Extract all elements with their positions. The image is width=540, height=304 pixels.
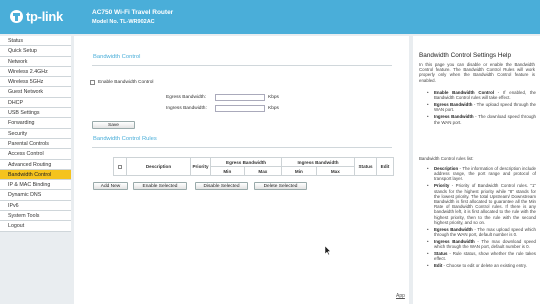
- rules-title: Bandwidth Control Rules: [93, 136, 157, 142]
- help-item: Egress Bandwidth - The max upload speed …: [419, 227, 536, 237]
- help-text: - Rule status, show whether the rule tak…: [434, 251, 536, 262]
- rules-divider: [92, 147, 392, 148]
- delete-selected-button[interactable]: Delete Selected: [254, 182, 307, 190]
- sidebar-item-bandwidth-control[interactable]: Bandwidth Control: [0, 169, 71, 181]
- sidebar-item-wireless-5ghz[interactable]: Wireless 5GHz: [0, 77, 71, 88]
- select-all-cell: [113, 157, 127, 176]
- col-edit: Edit: [376, 157, 394, 176]
- help-title: Bandwidth Control Settings Help: [419, 52, 512, 59]
- sidebar-item-dynamic-dns[interactable]: Dynamic DNS: [0, 190, 71, 201]
- app-link[interactable]: App: [396, 293, 405, 299]
- tp-link-logo-icon: [10, 10, 23, 23]
- add-new-button[interactable]: Add New: [93, 182, 128, 190]
- sidebar-item-guest-network[interactable]: Guest Network: [0, 87, 71, 98]
- sidebar-item-security[interactable]: Security: [0, 128, 71, 139]
- help-item: Enable Bandwidth Control - If enabled, t…: [419, 90, 536, 100]
- sidebar-item-status[interactable]: Status: [0, 36, 71, 47]
- rules-table: Description Priority Egress Bandwidth In…: [113, 157, 394, 176]
- router-title: AC750 Wi-Fi Travel Router: [92, 9, 174, 16]
- col-egress: Egress Bandwidth: [209, 157, 283, 167]
- enable-bandwidth-checkbox[interactable]: [90, 80, 95, 85]
- disable-selected-button[interactable]: Disable Selected: [195, 182, 248, 190]
- ingress-label: Ingress Bandwidth:: [166, 106, 207, 111]
- help-list-1: Enable Bandwidth Control - If enabled, t…: [419, 90, 536, 127]
- logo-text: tp-link: [26, 9, 63, 24]
- help-item: Status - Rule status, show whether the r…: [419, 251, 536, 261]
- col-description: Description: [126, 157, 191, 176]
- help-item: Edit - Choose to edit or delete an exist…: [419, 263, 536, 268]
- help-panel: Bandwidth Control Settings Help In this …: [413, 36, 540, 304]
- help-text: - Choose to edit or delete an existing e…: [442, 263, 527, 269]
- sidebar-item-ip-mac-binding[interactable]: IP & MAC Binding: [0, 180, 71, 191]
- sidebar-item-ipv6[interactable]: IPv6: [0, 200, 71, 212]
- egress-input[interactable]: [215, 94, 265, 101]
- sidebar-item-system-tools[interactable]: System Tools: [0, 211, 71, 222]
- ingress-unit: Kbps: [268, 106, 279, 111]
- col-priority: Priority: [190, 157, 211, 176]
- header-bar: tp-link AC750 Wi-Fi Travel Router Model …: [0, 0, 540, 34]
- save-button[interactable]: Save: [92, 121, 135, 129]
- col-status: Status: [354, 157, 377, 176]
- sidebar-item-logout[interactable]: Logout: [0, 221, 71, 232]
- help-list-label: Bandwidth Control rules list:: [419, 156, 474, 161]
- help-intro: In this page you can disable or enable t…: [419, 62, 535, 83]
- help-item: Ingress Bandwidth - The download speed t…: [419, 114, 536, 124]
- section-divider: [92, 65, 392, 66]
- col-egress-min: Min: [210, 166, 245, 176]
- sidebar-item-quick-setup[interactable]: Quick Setup: [0, 46, 71, 57]
- help-item: Description - The information of descrip…: [419, 166, 536, 182]
- router-model: Model No. TL-WR902AC: [92, 19, 155, 25]
- egress-unit: Kbps: [268, 95, 279, 100]
- col-ingress: Ingress Bandwidth: [281, 157, 355, 167]
- help-item: Priority - Priority of Bandwidth Control…: [419, 183, 536, 225]
- sidebar-item-dhcp[interactable]: DHCP: [0, 97, 71, 109]
- ingress-input[interactable]: [215, 105, 265, 112]
- help-item: Ingress Bandwidth - The max download spe…: [419, 239, 536, 249]
- col-ingress-min: Min: [281, 166, 317, 176]
- sidebar-item-network[interactable]: Network: [0, 56, 71, 67]
- section-title: Bandwidth Control: [93, 54, 141, 60]
- sidebar-item-access-control[interactable]: Access Control: [0, 149, 71, 160]
- tp-link-logo: tp-link: [10, 9, 63, 24]
- sidebar-item-forwarding[interactable]: Forwarding: [0, 118, 71, 129]
- col-ingress-max: Max: [315, 166, 356, 176]
- help-list-2: Description - The information of descrip…: [419, 166, 536, 270]
- main-panel: Bandwidth Control Enable Bandwidth Contr…: [74, 36, 409, 304]
- sidebar-item-usb-settings[interactable]: USB Settings: [0, 108, 71, 119]
- enable-bandwidth-label: Enable Bandwidth Control: [98, 80, 154, 85]
- mouse-cursor-icon: [325, 246, 331, 255]
- sidebar-item-advanced-routing[interactable]: Advanced Routing: [0, 159, 71, 170]
- col-egress-max: Max: [243, 166, 283, 176]
- sidebar-nav: Status Quick Setup Network Wireless 2.4GHz W…: [0, 36, 71, 232]
- select-all-checkbox[interactable]: [117, 164, 123, 170]
- sidebar-item-wireless-2-4ghz[interactable]: Wireless 2.4GHz: [0, 66, 71, 78]
- enable-selected-button[interactable]: Enable Selected: [133, 182, 187, 190]
- help-text: - Priority of Bandwidth Control rules. "…: [434, 183, 536, 225]
- help-item: Egress Bandwidth - The upload speed thro…: [419, 102, 536, 112]
- sidebar-item-parental-controls[interactable]: Parental Controls: [0, 138, 71, 150]
- egress-label: Egress Bandwidth:: [166, 95, 206, 100]
